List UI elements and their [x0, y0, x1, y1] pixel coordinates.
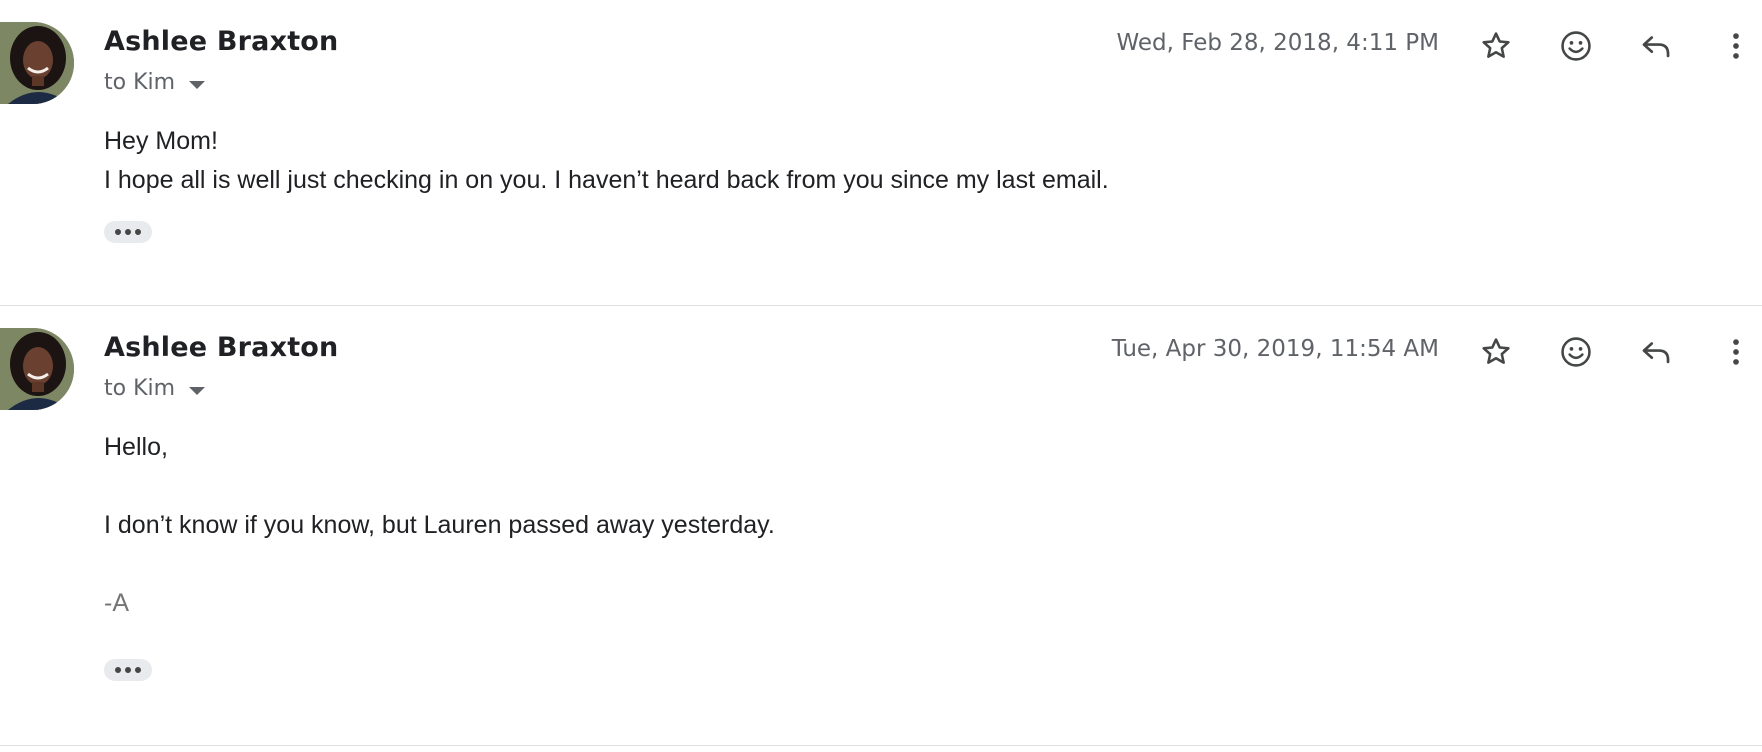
show-trimmed-content-button[interactable] — [104, 221, 152, 243]
dot — [115, 667, 121, 673]
message-date: Tue, Apr 30, 2019, 11:54 AM — [1111, 336, 1439, 362]
email-message: Ashlee Braxton to Kim Wed, Feb 28, 2018,… — [0, 0, 1762, 305]
message-actions — [1472, 328, 1762, 376]
add-reaction-button[interactable] — [1552, 328, 1600, 376]
sender-name[interactable]: Ashlee Braxton — [104, 332, 338, 363]
message-actions — [1472, 22, 1762, 70]
dot — [125, 229, 131, 235]
show-details-caret-icon[interactable] — [189, 386, 206, 395]
show-trimmed-content-button[interactable] — [104, 659, 152, 681]
add-reaction-icon — [1561, 337, 1591, 367]
body-line: Hello, — [104, 433, 168, 461]
message-body: Hey Mom! I hope all is well just checkin… — [104, 122, 1109, 200]
message-body: Hello, I don’t know if you know, but Lau… — [104, 428, 775, 623]
signature: -A — [104, 589, 129, 617]
dot — [125, 667, 131, 673]
more-options-button[interactable] — [1712, 22, 1760, 70]
more-options-button[interactable] — [1712, 328, 1760, 376]
star-outline-icon — [1482, 32, 1510, 58]
star-button[interactable] — [1472, 22, 1520, 70]
recipient-line: to Kim — [104, 376, 206, 401]
body-blank-line — [104, 545, 775, 584]
add-reaction-icon — [1561, 31, 1591, 61]
recipient-label: to Kim — [104, 376, 176, 401]
reply-icon — [1642, 36, 1670, 58]
add-reaction-button[interactable] — [1552, 22, 1600, 70]
reply-button[interactable] — [1632, 22, 1680, 70]
reply-icon — [1642, 342, 1670, 364]
sender-name[interactable]: Ashlee Braxton — [104, 26, 338, 57]
email-message: Ashlee Braxton to Kim Tue, Apr 30, 2019,… — [0, 306, 1762, 746]
more-vert-icon — [1733, 33, 1739, 59]
sender-avatar[interactable] — [0, 22, 74, 104]
body-line: I hope all is well just checking in on y… — [104, 166, 1109, 194]
body-line: I don’t know if you know, but Lauren pas… — [104, 511, 775, 539]
body-blank-line — [104, 467, 775, 506]
star-outline-icon — [1482, 338, 1510, 364]
message-date: Wed, Feb 28, 2018, 4:11 PM — [1116, 30, 1439, 56]
dot — [115, 229, 121, 235]
recipient-line: to Kim — [104, 70, 206, 95]
dot — [135, 667, 141, 673]
sender-avatar[interactable] — [0, 328, 74, 410]
dot — [135, 229, 141, 235]
recipient-label: to Kim — [104, 70, 176, 95]
show-details-caret-icon[interactable] — [189, 80, 206, 89]
body-line: Hey Mom! — [104, 127, 218, 155]
reply-button[interactable] — [1632, 328, 1680, 376]
message-divider — [0, 745, 1762, 746]
email-thread: Ashlee Braxton to Kim Wed, Feb 28, 2018,… — [0, 0, 1762, 752]
more-vert-icon — [1733, 339, 1739, 365]
star-button[interactable] — [1472, 328, 1520, 376]
